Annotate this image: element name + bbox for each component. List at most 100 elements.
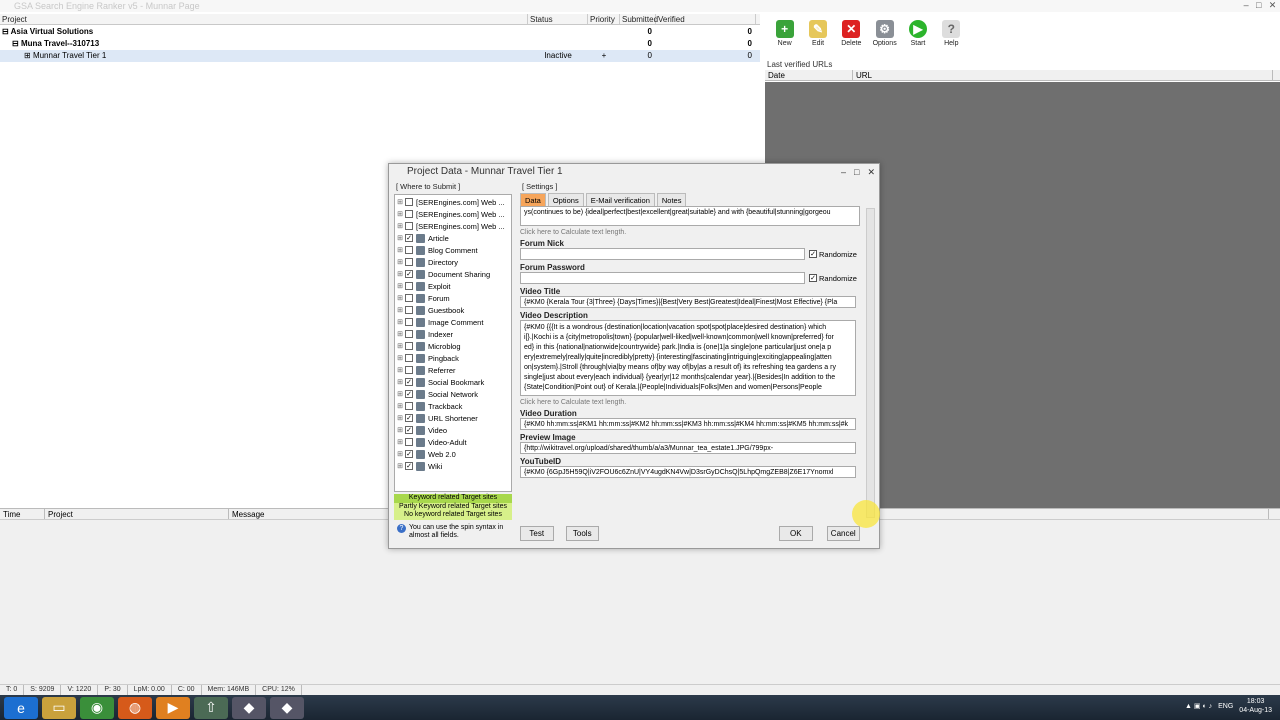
maximize-icon[interactable]: □ — [1256, 0, 1261, 12]
engine-checkbox[interactable]: ✓ — [405, 270, 413, 278]
expand-icon[interactable]: ⊞ — [395, 426, 405, 434]
engine-checkbox[interactable]: ✓ — [405, 426, 413, 434]
engine-checkbox[interactable] — [405, 438, 413, 446]
clock[interactable]: 18:03 04-Aug-13 — [1239, 697, 1272, 715]
expand-icon[interactable]: ⊞ — [395, 246, 405, 254]
expand-icon[interactable]: ⊞ — [395, 270, 405, 278]
collapse-icon[interactable]: ⊟ — [2, 27, 11, 36]
expand-icon[interactable]: ⊞ — [24, 51, 33, 60]
ok-button[interactable]: OK — [779, 526, 813, 541]
engine-checkbox[interactable]: ✓ — [405, 414, 413, 422]
engine-tree-item[interactable]: ⊞ [SEREngines.com] Web ... — [395, 196, 511, 208]
engine-tree-item[interactable]: ⊞ Blog Comment — [395, 244, 511, 256]
col-status[interactable]: Status — [528, 14, 588, 24]
engine-tree-item[interactable]: ⊞ Referrer — [395, 364, 511, 376]
youtube-id-input[interactable]: {#KM0 {6GpJ5H59Q|iV2FOU6c6ZnU|VY4ugdKN4V… — [520, 466, 856, 478]
panel-scrollbar[interactable] — [866, 208, 875, 518]
engine-checkbox[interactable] — [405, 210, 413, 218]
ser-icon[interactable]: ⇧ — [194, 696, 228, 719]
engine-tree-item[interactable]: ⊞ Image Comment — [395, 316, 511, 328]
close-icon[interactable]: ✕ — [1269, 0, 1277, 12]
col-log-project[interactable]: Project — [45, 509, 229, 519]
cancel-button[interactable]: Cancel — [826, 526, 860, 541]
tools-button[interactable]: Tools — [565, 526, 599, 541]
video-duration-input[interactable]: {#KM0 hh:mm:ss|#KM1 hh:mm:ss|#KM2 hh:mm:… — [520, 418, 856, 430]
minimize-icon[interactable]: – — [1244, 0, 1249, 12]
ie-icon[interactable]: e — [4, 696, 38, 719]
app-icon[interactable]: ◆ — [232, 696, 266, 719]
project-row[interactable]: ⊟ Asia Virtual Solutions 0 0 — [0, 26, 760, 38]
expand-icon[interactable]: ⊞ — [395, 366, 405, 374]
maximize-icon[interactable]: □ — [854, 164, 859, 180]
engine-tree-item[interactable]: ⊞ Guestbook — [395, 304, 511, 316]
engine-tree-item[interactable]: ⊞ ✓ Video — [395, 424, 511, 436]
chrome-icon[interactable]: ◉ — [80, 696, 114, 719]
preview-image-input[interactable]: {http://wikitravel.org/upload/shared/thu… — [520, 442, 856, 454]
engine-tree-item[interactable]: ⊞ ✓ Social Bookmark — [395, 376, 511, 388]
expand-icon[interactable]: ⊞ — [395, 198, 405, 206]
help-button[interactable]: ? Help — [935, 20, 968, 54]
expand-icon[interactable]: ⊞ — [395, 234, 405, 242]
engine-tree-item[interactable]: ⊞ ✓ Social Network — [395, 388, 511, 400]
expand-icon[interactable]: ⊞ — [395, 354, 405, 362]
col-url[interactable]: URL — [853, 70, 1273, 80]
engine-tree-item[interactable]: ⊞ ✓ Wiki — [395, 460, 511, 472]
video-title-input[interactable]: {#KM0 {Kerala Tour {3|Three} {Days|Times… — [520, 296, 856, 308]
engine-checkbox[interactable] — [405, 330, 413, 338]
forum-nick-input[interactable] — [520, 248, 805, 260]
engine-tree-item[interactable]: ⊞ Forum — [395, 292, 511, 304]
close-icon[interactable]: ✕ — [867, 164, 875, 180]
col-submitted[interactable]: Submitted — [620, 14, 658, 24]
engine-tree-item[interactable]: ⊞ Directory — [395, 256, 511, 268]
engine-tree-item[interactable]: ⊞ Video-Adult — [395, 436, 511, 448]
minimize-icon[interactable]: – — [841, 164, 846, 180]
app2-icon[interactable]: ◆ — [270, 696, 304, 719]
engine-checkbox[interactable] — [405, 222, 413, 230]
engine-tree-item[interactable]: ⊞ Indexer — [395, 328, 511, 340]
engine-checkbox[interactable] — [405, 342, 413, 350]
engine-tree-item[interactable]: ⊞ ✓ URL Shortener — [395, 412, 511, 424]
engine-checkbox[interactable]: ✓ — [405, 462, 413, 470]
expand-icon[interactable]: ⊞ — [395, 414, 405, 422]
engine-tree-item[interactable]: ⊞ ✓ Web 2.0 — [395, 448, 511, 460]
expand-icon[interactable]: ⊞ — [395, 402, 405, 410]
project-row[interactable]: ⊟ Muna Travel--310713 0 0 — [0, 38, 760, 50]
engine-checkbox[interactable]: ✓ — [405, 450, 413, 458]
tray-icons[interactable]: ▲ ▣ ◐ ♪ — [1185, 702, 1212, 710]
engine-checkbox[interactable] — [405, 294, 413, 302]
project-row[interactable]: ⊞ Munnar Travel Tier 1 Inactive + 0 0 — [0, 50, 760, 62]
engine-checkbox[interactable] — [405, 306, 413, 314]
engine-checkbox[interactable]: ✓ — [405, 378, 413, 386]
expand-icon[interactable]: ⊞ — [395, 330, 405, 338]
col-date[interactable]: Date — [765, 70, 853, 80]
engine-checkbox[interactable] — [405, 198, 413, 206]
engine-tree-item[interactable]: ⊞ Pingback — [395, 352, 511, 364]
engine-tree-item[interactable]: ⊞ [SEREngines.com] Web ... — [395, 220, 511, 232]
expand-icon[interactable]: ⊞ — [395, 462, 405, 470]
randomize-password-checkbox[interactable]: ✓ Randomize — [809, 272, 857, 284]
folder-icon[interactable]: ▭ — [42, 696, 76, 719]
expand-icon[interactable]: ⊞ — [395, 390, 405, 398]
collapse-icon[interactable]: ⊟ — [12, 39, 21, 48]
options-button[interactable]: ⚙ Options — [868, 20, 901, 54]
delete-button[interactable]: ✕ Delete — [835, 20, 868, 54]
expand-icon[interactable]: ⊞ — [395, 378, 405, 386]
col-project[interactable]: Project — [0, 14, 528, 24]
engine-checkbox[interactable] — [405, 282, 413, 290]
engine-checkbox[interactable] — [405, 402, 413, 410]
engine-tree-item[interactable]: ⊞ Microblog — [395, 340, 511, 352]
expand-icon[interactable]: ⊞ — [395, 342, 405, 350]
engine-checkbox[interactable]: ✓ — [405, 390, 413, 398]
test-button[interactable]: Test — [520, 526, 554, 541]
expand-icon[interactable]: ⊞ — [395, 258, 405, 266]
calc-length-link[interactable]: Click here to Calculate text length. — [520, 229, 860, 236]
new-button[interactable]: + New — [768, 20, 801, 54]
expand-icon[interactable]: ⊞ — [395, 294, 405, 302]
expand-icon[interactable]: ⊞ — [395, 306, 405, 314]
expand-icon[interactable]: ⊞ — [395, 282, 405, 290]
forum-password-input[interactable] — [520, 272, 805, 284]
engine-tree-item[interactable]: ⊞ Exploit — [395, 280, 511, 292]
expand-icon[interactable]: ⊞ — [395, 450, 405, 458]
media-icon[interactable]: ▶ — [156, 696, 190, 719]
engine-checkbox[interactable] — [405, 258, 413, 266]
